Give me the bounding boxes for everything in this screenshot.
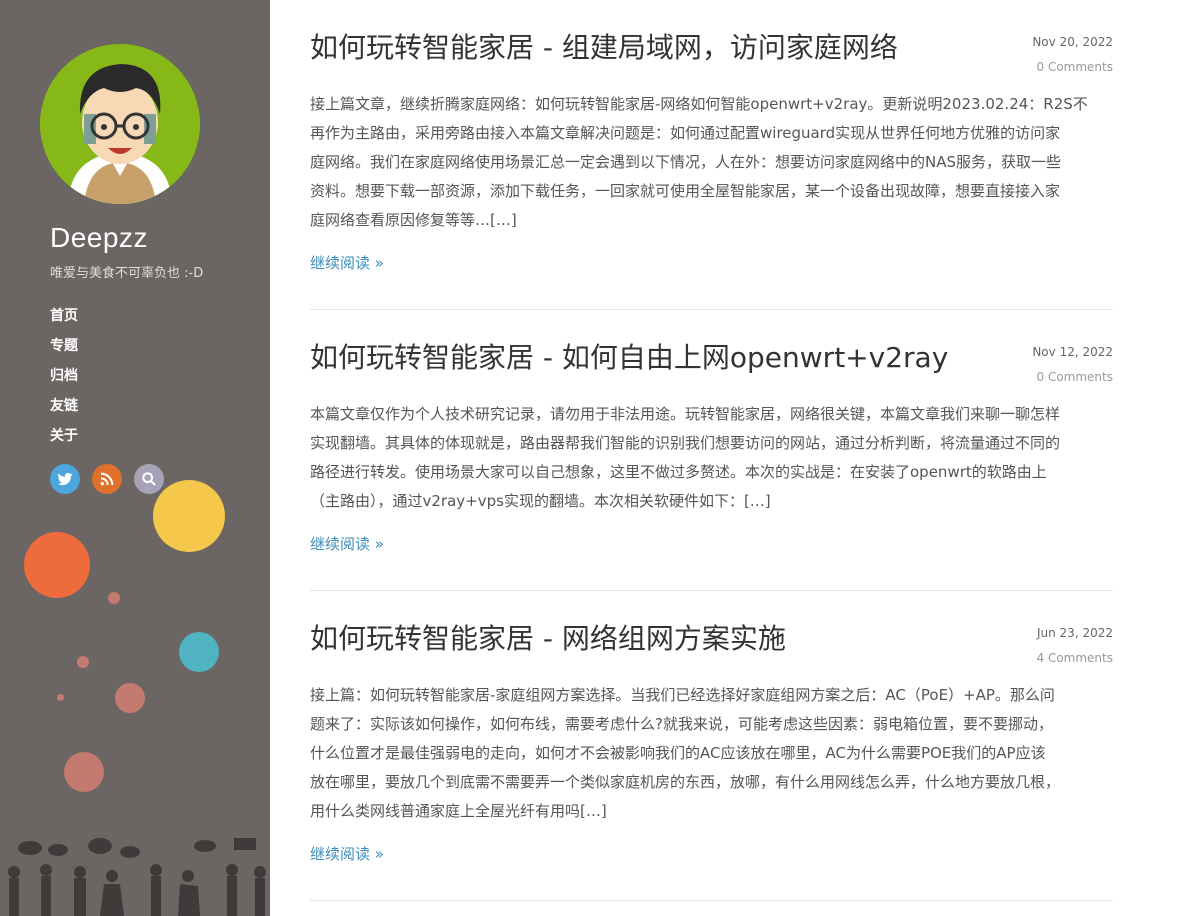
post-list: 如何玩转智能家居 - 组建局域网，访问家庭网络 Nov 20, 2022 0 C… bbox=[310, 0, 1113, 901]
decor-bubble bbox=[57, 694, 64, 701]
decor-bubble bbox=[179, 632, 219, 672]
post-title[interactable]: 如何玩转智能家居 - 组建局域网，访问家庭网络 bbox=[310, 28, 898, 68]
decor-bubble bbox=[64, 752, 104, 792]
excerpt-line: 庭网络。我们在家庭网络使用场景汇总一定会遇到以下情况，人在外：想要访问家庭网络中… bbox=[310, 153, 1062, 171]
search-icon[interactable] bbox=[134, 464, 164, 494]
excerpt-line: 用什么类网线普通家庭上全屋光纤有用吗[…] bbox=[310, 802, 607, 820]
post-item: 如何玩转智能家居 - 如何自由上网openwrt+v2ray Nov 12, 2… bbox=[310, 310, 1113, 591]
excerpt-line: 什么位置才是最佳强弱电的走向，如何才不会被影响我们的AC应该放在哪里，AC为什么… bbox=[310, 744, 1046, 762]
avatar[interactable] bbox=[40, 44, 200, 204]
post-item: 如何玩转智能家居 - 网络组网方案实施 Jun 23, 2022 4 Comme… bbox=[310, 591, 1113, 901]
excerpt-line: 实现翻墙。其具体的体现就是，路由器帮我们智能的识别我们想要访问的网站，通过分析判… bbox=[310, 434, 1061, 452]
excerpt-line: 本篇文章仅作为个人技术研究记录，请勿用于非法用途。玩转智能家居，网络很关键，本篇… bbox=[310, 405, 1061, 423]
main-nav: 首页 专题 归档 友链 关于 bbox=[50, 305, 78, 455]
excerpt-line: 路径进行转发。使用场景大家可以自己想象，这里不做过多赘述。本次的实战是：在安装了… bbox=[310, 463, 1047, 481]
excerpt-line: 放在哪里，要放几个到底需不需要弄一个类似家庭机房的东西，放哪，有什么用网线怎么弄… bbox=[310, 773, 1061, 791]
post-excerpt: 本篇文章仅作为个人技术研究记录，请勿用于非法用途。玩转智能家居，网络很关键，本篇… bbox=[310, 400, 1113, 516]
site-description: 唯爱与美食不可辜负也 :-D bbox=[50, 266, 204, 281]
post-title[interactable]: 如何玩转智能家居 - 网络组网方案实施 bbox=[310, 619, 786, 659]
decor-bubble bbox=[77, 656, 89, 668]
post-date: Jun 23, 2022 bbox=[1036, 626, 1113, 640]
read-more-link[interactable]: 继续阅读 » bbox=[310, 533, 384, 554]
crowd-silhouette bbox=[8, 838, 266, 916]
post-title[interactable]: 如何玩转智能家居 - 如何自由上网openwrt+v2ray bbox=[310, 338, 948, 378]
post-meta: Nov 20, 2022 0 Comments bbox=[1032, 30, 1113, 80]
read-more-link[interactable]: 继续阅读 » bbox=[310, 252, 384, 273]
post-excerpt: 接上篇：如何玩转智能家居-家庭组网方案选择。当我们已经选择好家庭组网方案之后：A… bbox=[310, 681, 1113, 826]
social-links bbox=[50, 464, 164, 494]
post-excerpt: 接上篇文章，继续折腾家庭网络：如何玩转智能家居-网络如何智能openwrt+v2… bbox=[310, 90, 1113, 235]
excerpt-line: 资料。想要下载一部资源，添加下载任务，一回家就可使用全屋智能家居，某一个设备出现… bbox=[310, 182, 1061, 200]
decor-bubble bbox=[153, 480, 225, 552]
nav-item-links[interactable]: 友链 bbox=[50, 395, 78, 425]
post-meta: Nov 12, 2022 0 Comments bbox=[1032, 340, 1113, 390]
nav-item-topics[interactable]: 专题 bbox=[50, 335, 78, 365]
rss-icon[interactable] bbox=[92, 464, 122, 494]
post-comments-link[interactable]: 4 Comments bbox=[1037, 646, 1114, 671]
post-comments-link[interactable]: 0 Comments bbox=[1032, 365, 1114, 390]
post-date: Nov 20, 2022 bbox=[1032, 35, 1113, 49]
site-title[interactable]: Deepzz bbox=[50, 222, 148, 254]
nav-item-archive[interactable]: 归档 bbox=[50, 365, 78, 395]
nav-item-home[interactable]: 首页 bbox=[50, 305, 78, 335]
excerpt-line: 再作为主路由，采用旁路由接入本篇文章解决问题是：如何通过配置wireguard实… bbox=[310, 124, 1061, 142]
decor-bubble bbox=[108, 592, 120, 604]
decor-bubble bbox=[115, 683, 145, 713]
post-date: Nov 12, 2022 bbox=[1032, 345, 1113, 359]
decor-bubble bbox=[24, 532, 90, 598]
excerpt-line: 庭网络查看原因修复等等…[…] bbox=[310, 211, 517, 229]
post-comments-link[interactable]: 0 Comments bbox=[1032, 55, 1114, 80]
nav-item-about[interactable]: 关于 bbox=[50, 425, 78, 455]
post-item: 如何玩转智能家居 - 组建局域网，访问家庭网络 Nov 20, 2022 0 C… bbox=[310, 0, 1113, 310]
excerpt-line: （主路由），通过v2ray+vps实现的翻墙。本次相关软硬件如下：[…] bbox=[310, 492, 771, 510]
twitter-icon[interactable] bbox=[50, 464, 80, 494]
post-meta: Jun 23, 2022 4 Comments bbox=[1037, 621, 1114, 671]
excerpt-line: 接上篇文章，继续折腾家庭网络：如何玩转智能家居-网络如何智能openwrt+v2… bbox=[310, 95, 1088, 113]
avatar-illustration bbox=[40, 44, 200, 204]
excerpt-line: 接上篇：如何玩转智能家居-家庭组网方案选择。当我们已经选择好家庭组网方案之后：A… bbox=[310, 686, 1055, 704]
sidebar: Deepzz 唯爱与美食不可辜负也 :-D 首页 专题 归档 友链 关于 bbox=[0, 0, 270, 916]
excerpt-line: 题来了：实际该如何操作，如何布线，需要考虑什么?就我来说，可能考虑这些因素：弱电… bbox=[310, 715, 1053, 733]
read-more-link[interactable]: 继续阅读 » bbox=[310, 843, 384, 864]
